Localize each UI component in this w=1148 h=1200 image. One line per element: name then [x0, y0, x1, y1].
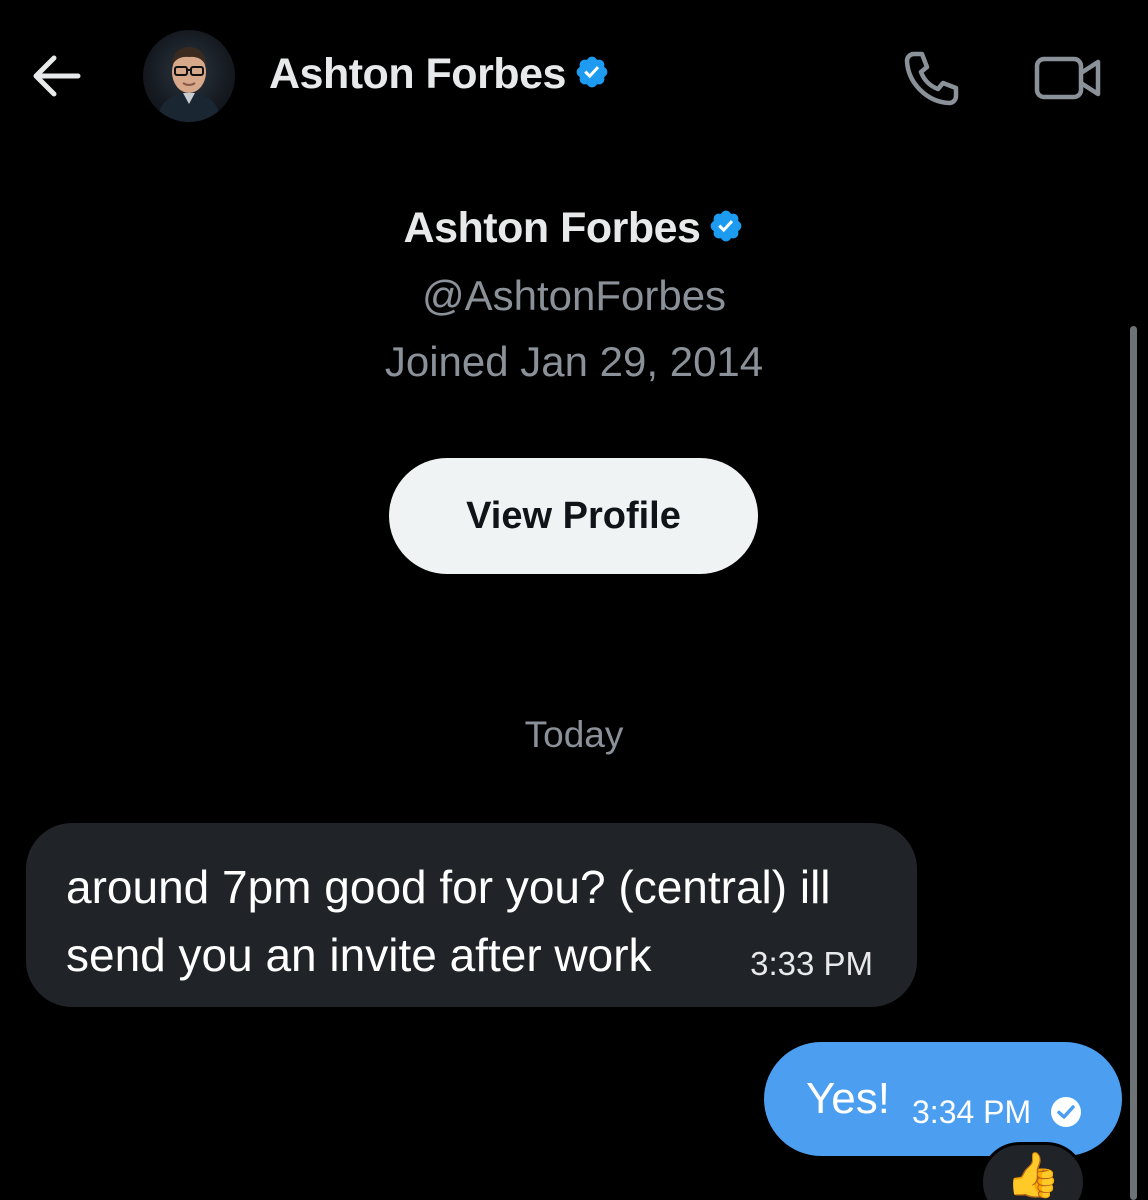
- header-title[interactable]: Ashton Forbes: [269, 50, 610, 99]
- header-name: Ashton Forbes: [269, 50, 566, 98]
- message-timestamp: 3:33 PM: [750, 945, 873, 982]
- phone-icon: [904, 51, 959, 106]
- scrollbar[interactable]: [1130, 326, 1137, 1200]
- video-camera-icon: [1034, 56, 1101, 100]
- video-call-button[interactable]: [1032, 52, 1104, 104]
- profile-handle: @AshtonForbes: [421, 272, 727, 319]
- view-profile-button[interactable]: View Profile: [389, 458, 758, 574]
- outgoing-message[interactable]: Yes! 3:34 PM: [764, 1042, 1122, 1156]
- avatar[interactable]: [143, 30, 235, 122]
- verified-badge-icon: [708, 208, 744, 249]
- call-button[interactable]: [900, 48, 962, 108]
- incoming-message[interactable]: around 7pm good for you? (central) ill s…: [26, 823, 917, 1007]
- read-check-icon: [1048, 1094, 1084, 1130]
- profile-name: Ashton Forbes: [403, 204, 701, 252]
- back-button[interactable]: [28, 48, 84, 104]
- profile-photo: [157, 47, 221, 122]
- message-reaction[interactable]: 👍: [980, 1142, 1086, 1200]
- message-text: Yes!: [806, 1074, 891, 1123]
- message-timestamp: 3:34 PM: [912, 1094, 1032, 1130]
- verified-badge-icon: [574, 54, 610, 95]
- dm-conversation-screen: Ashton Forbes Ashton Forbes @AshtonForbe…: [0, 0, 1148, 1200]
- thumbs-up-icon: 👍: [1005, 1151, 1061, 1200]
- profile-joined-date: Joined Jan 29, 2014: [384, 338, 764, 385]
- arrow-left-icon: [33, 55, 81, 97]
- date-separator: Today: [524, 714, 624, 755]
- profile-name-row: Ashton Forbes: [0, 204, 1148, 253]
